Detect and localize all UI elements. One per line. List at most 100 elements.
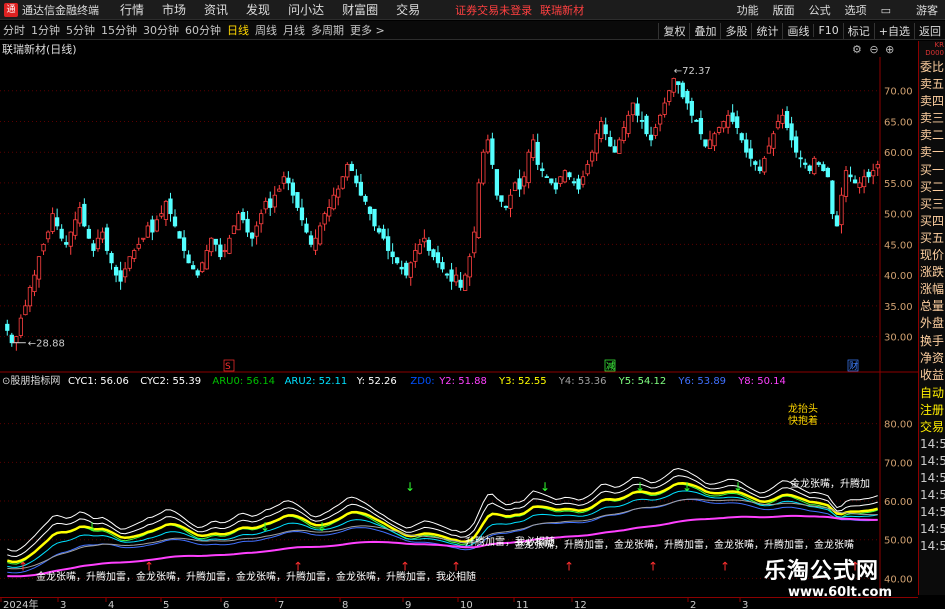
candle-body <box>780 114 785 124</box>
candle-body <box>59 228 64 239</box>
candle-body <box>707 139 713 149</box>
candle-body <box>871 170 876 177</box>
watermark: 乐淘公式网 www.60lt.com <box>764 553 924 600</box>
candle-body <box>771 133 776 149</box>
candle-body <box>721 121 726 129</box>
candle-body <box>50 213 55 232</box>
candle-body <box>712 133 717 147</box>
candle-body <box>313 237 318 251</box>
candle-body <box>268 198 273 208</box>
date-label: 8 <box>342 600 348 609</box>
indicator-value: ARU0: 56.14 <box>212 376 275 387</box>
candle-body <box>453 274 459 283</box>
candle-body <box>639 120 645 122</box>
user-guest[interactable]: 游客 <box>916 2 938 18</box>
candle-body <box>508 194 513 209</box>
candle-body <box>322 213 327 225</box>
tick-time: 14:5 <box>920 454 945 468</box>
buy-arrow-down: ↓ <box>540 480 550 494</box>
tick-label: 注册 <box>920 403 945 417</box>
sell-arrow-up: ↑ <box>18 560 28 574</box>
candle-body <box>834 215 840 227</box>
candle-body <box>716 127 722 133</box>
candle-body <box>186 254 191 264</box>
candle-body <box>218 244 223 258</box>
quote-label: 卖五 <box>920 77 945 92</box>
candle-body <box>644 115 649 135</box>
quote-label: 外盘 <box>920 316 945 331</box>
candle-body <box>168 198 173 215</box>
date-label: 3 <box>742 600 748 609</box>
candle-body <box>254 225 259 237</box>
indicator-value: Y2: 51.88 <box>438 376 487 387</box>
candle-body <box>862 176 867 188</box>
candle-body <box>91 243 96 251</box>
quote-label: 换手 <box>920 333 945 348</box>
candle-body <box>385 236 391 251</box>
candle-body <box>698 118 704 135</box>
candle-body <box>589 151 595 162</box>
candle-body <box>444 273 450 276</box>
high-label: ←72.37 <box>674 66 711 77</box>
buy-arrow-down: ↓ <box>87 520 97 534</box>
candle-body <box>739 133 744 141</box>
candle-body <box>472 231 477 254</box>
tool-back[interactable]: 返回 <box>914 22 945 39</box>
indicator-lines <box>7 467 878 578</box>
candle-body <box>567 172 572 178</box>
buy-arrow-down: ↓ <box>405 480 415 494</box>
signal-annotations: ↓ ↓ ↓↓ ↓ ↓ ↓ ↓↑ ↑ ↑ ↑ ↑ ↑ ↑ ↑ ↑金龙张嘴，升腾加雷，金龙张嘴，升腾加雷，金龙张… <box>18 402 870 583</box>
candle-body <box>730 112 735 122</box>
date-label: 3 <box>60 600 66 609</box>
candle-body <box>725 114 731 128</box>
tick-label: 交易 <box>920 420 945 434</box>
candle-body <box>417 243 422 254</box>
signal-text: 快抱着 <box>788 414 818 427</box>
tick-time: 14:5 <box>920 437 945 451</box>
candle-body <box>594 133 599 154</box>
chart-canvas[interactable]: 30.00 35.00 40.00 45.00 50.00 55.00 60.00 65.00… <box>0 0 918 597</box>
candle-body <box>154 219 160 232</box>
candle-body <box>14 336 19 344</box>
buy-arrow-down: ↓ <box>317 520 327 534</box>
candle-body <box>109 253 114 264</box>
candle-body <box>689 100 694 116</box>
date-label: 2 <box>690 600 696 609</box>
candle-body <box>794 136 799 153</box>
candle-body <box>526 151 531 184</box>
candle-body <box>807 165 812 172</box>
indicator-value: CYC2: 55.39 <box>140 376 201 387</box>
candle-body <box>848 174 853 178</box>
candle-body <box>458 279 463 288</box>
signal-text: 金龙张嘴，升腾加 <box>790 477 870 490</box>
candle-body <box>236 213 241 231</box>
signal-text: 金龙张嘴，升腾加雷，金龙张嘴，升腾加雷，金龙张嘴，升腾加雷，金龙张嘴，升腾加雷，… <box>36 570 476 583</box>
candle-body <box>694 119 699 122</box>
candle-body <box>381 228 386 239</box>
candle-body <box>440 262 445 270</box>
candle-body <box>825 167 830 178</box>
candle-body <box>55 217 60 227</box>
candle-body <box>816 162 821 165</box>
candle-body <box>145 225 150 238</box>
indicator-value: CYC1: 56.06 <box>68 376 129 387</box>
candle-body <box>599 121 604 139</box>
candle-series <box>5 77 880 351</box>
candle-body <box>485 139 490 153</box>
candle-body <box>95 237 101 250</box>
price-tick: 35.00 <box>884 302 913 313</box>
candle-body <box>576 178 581 190</box>
signal-text: 龙抬头 <box>788 402 818 415</box>
quote-label: 买五 <box>920 230 945 245</box>
candle-body <box>766 145 772 154</box>
candle-body <box>667 90 672 102</box>
candle-body <box>222 250 228 252</box>
candle-body <box>744 139 749 153</box>
sell-arrow-up: ↑ <box>720 560 730 574</box>
candle-body <box>798 157 803 160</box>
indicator-value: Y5: 54.12 <box>618 376 667 387</box>
candle-body <box>136 243 141 249</box>
candle-body <box>517 178 522 190</box>
candle-body <box>753 161 758 165</box>
candle-body <box>41 243 46 252</box>
